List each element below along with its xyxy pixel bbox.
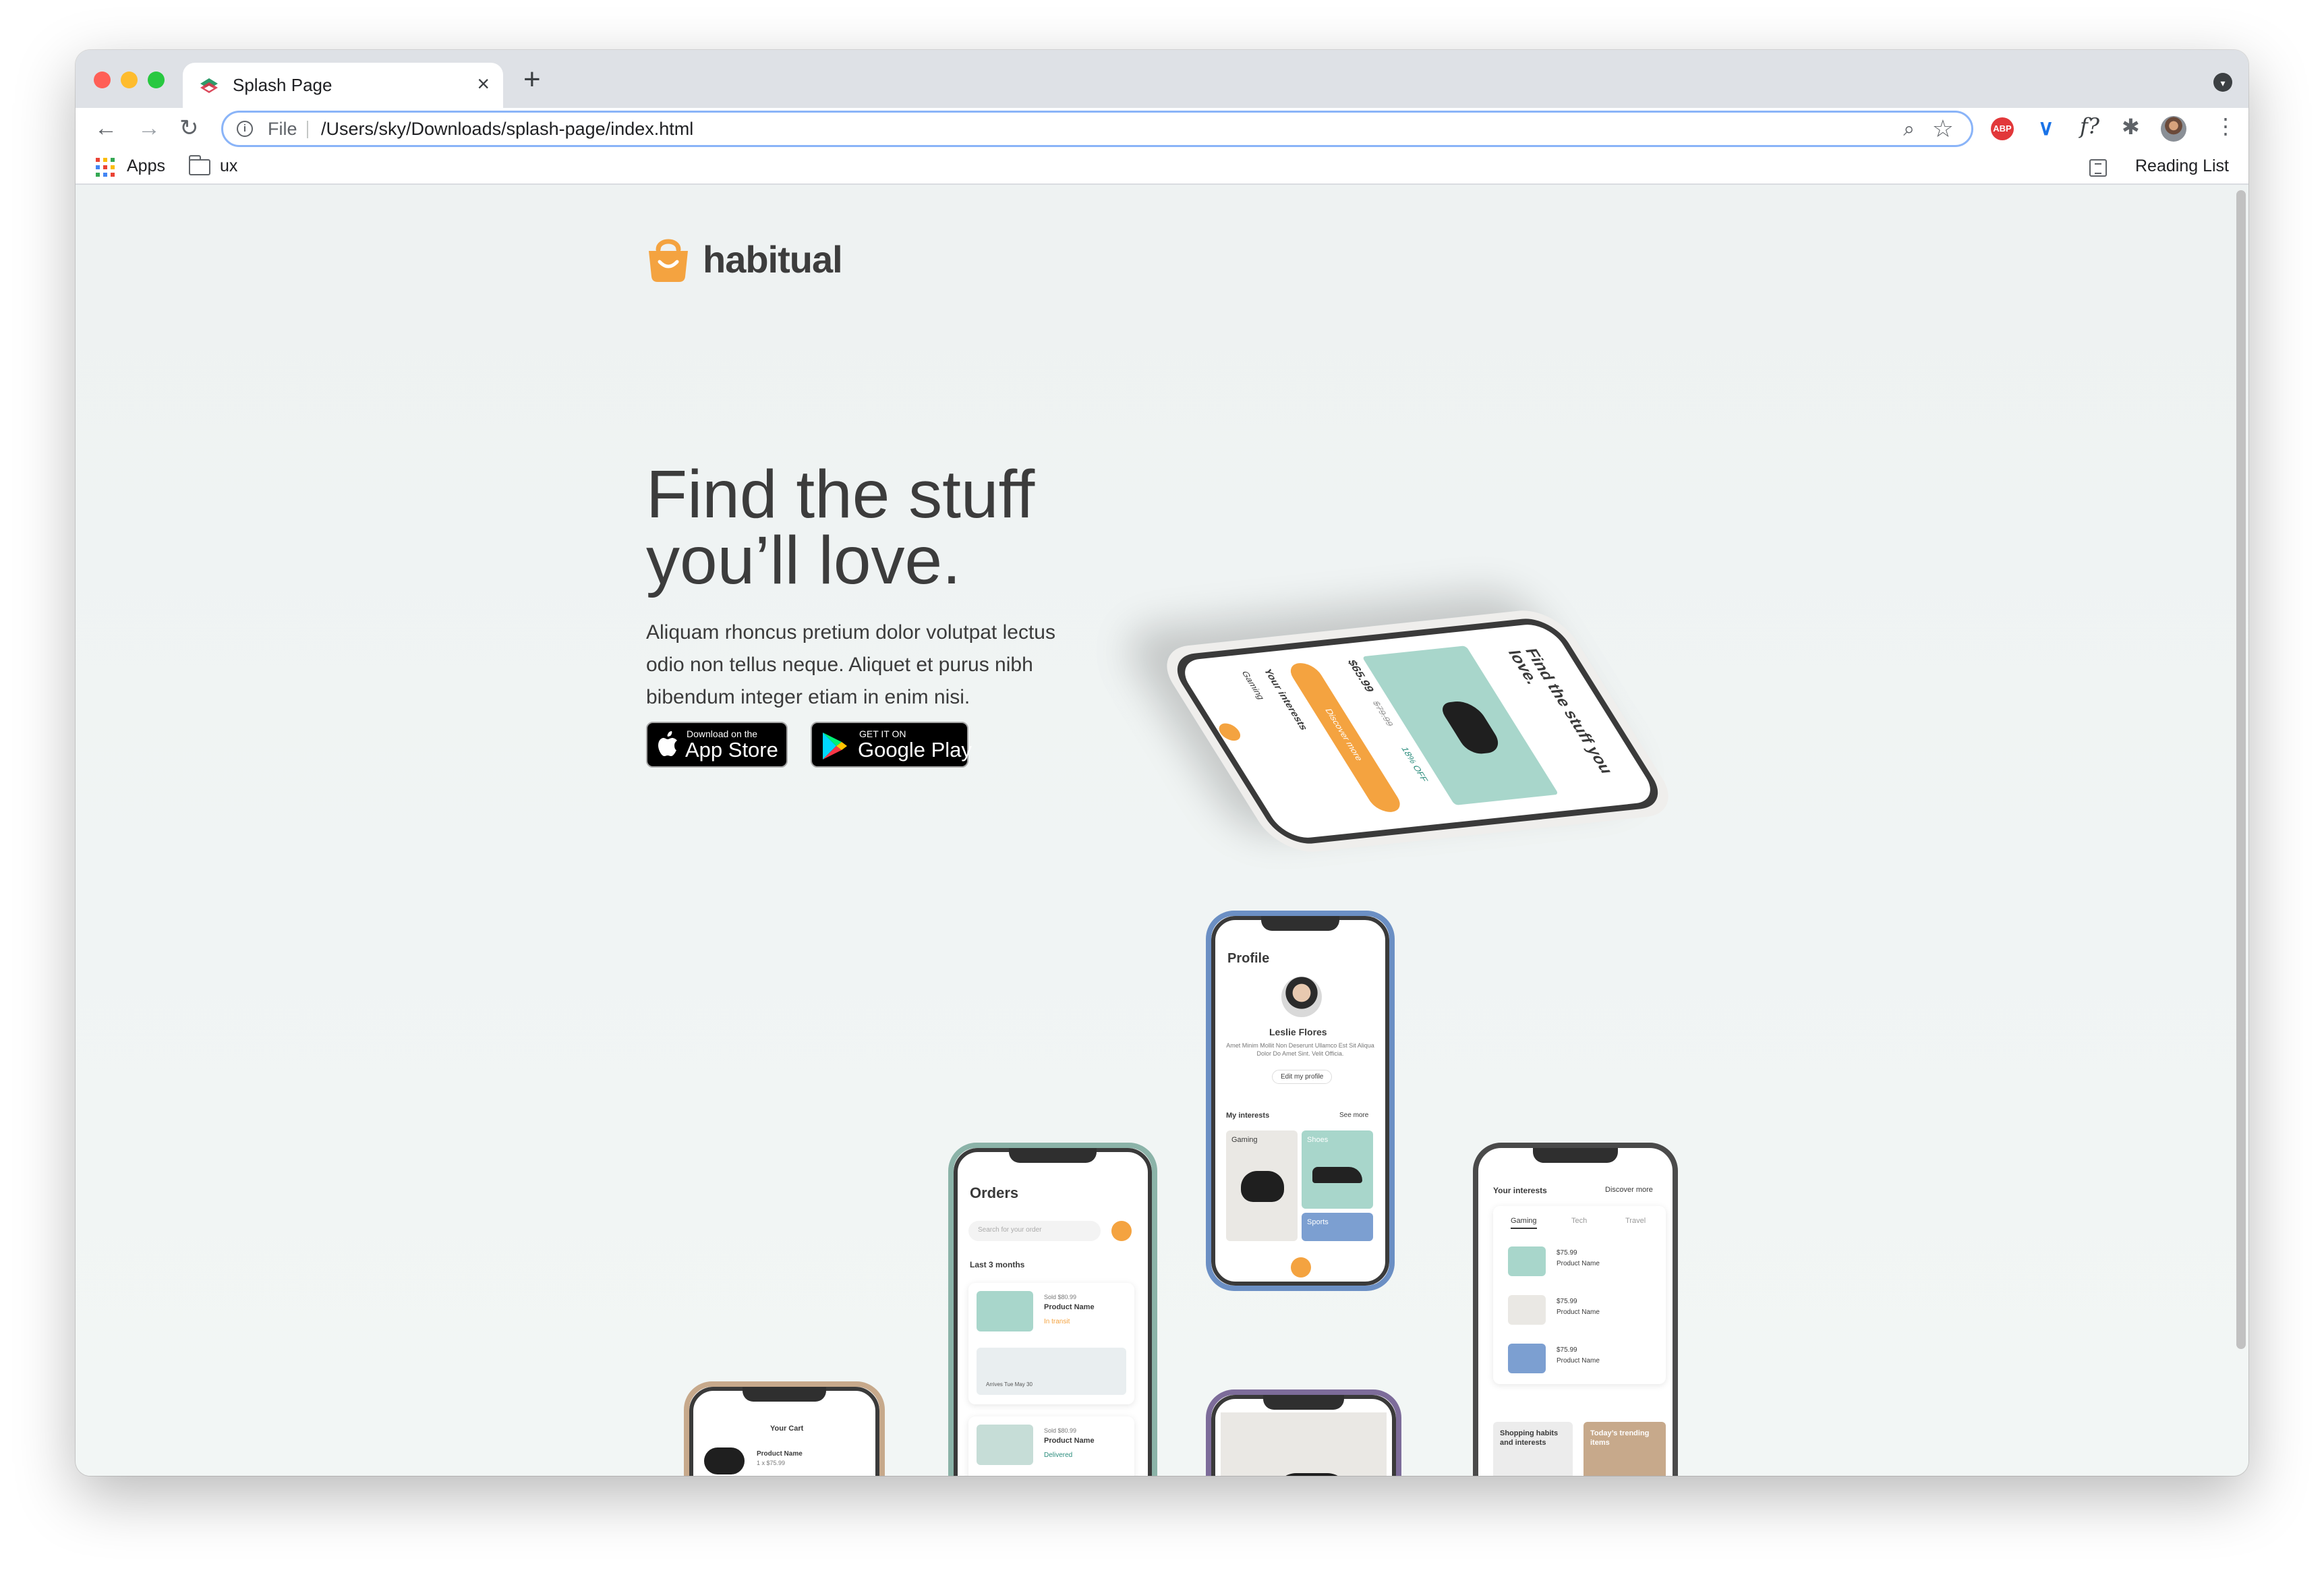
vue-devtools-icon[interactable]: ∨ xyxy=(2038,115,2054,140)
app-store-label: App Store xyxy=(685,738,778,762)
bookmark-ux[interactable]: ux xyxy=(220,156,237,176)
omnibox-divider xyxy=(307,121,308,138)
shopping-bag-logo-icon xyxy=(649,239,688,282)
hero-phone-mockup: Find the stuff you love. $65.99 $79.99 1… xyxy=(1151,468,1829,856)
new-tab-button[interactable]: + xyxy=(523,65,541,94)
bookmarks-bar: Apps ux Reading List xyxy=(76,151,2248,185)
minimize-window-button[interactable] xyxy=(121,71,138,88)
profile-title: Profile xyxy=(1227,951,1270,966)
orders-title: Orders xyxy=(970,1184,1019,1201)
orders-search-field: Search for your order xyxy=(968,1221,1101,1241)
address-bar[interactable]: i File /Users/sky/Downloads/splash-page/… xyxy=(221,111,1973,147)
cart-title: Your Cart xyxy=(770,1425,804,1433)
cart-item-name: Product Name xyxy=(757,1450,803,1458)
sneaker-icon xyxy=(1312,1167,1362,1183)
gamepad-icon xyxy=(704,1447,745,1474)
search-icon xyxy=(1291,1257,1311,1278)
tab-strip: Splash Page × + ▾ xyxy=(76,50,2248,108)
gamepad-icon xyxy=(1436,699,1506,755)
apps-grid-icon[interactable] xyxy=(96,158,115,177)
orders-phone-mockup: Orders Search for your order Last 3 mont… xyxy=(948,1143,1157,1476)
hero-title-line-1: Find the stuff xyxy=(646,457,1035,532)
back-button[interactable]: ← xyxy=(94,115,117,142)
hero-title: Find the stuff you’ll love. xyxy=(646,461,1159,594)
logo-wordmark[interactable]: habitual xyxy=(703,235,843,285)
browser-window: Splash Page × + ▾ ← → ↻ i File /Users/sk… xyxy=(76,50,2248,1476)
filter-icon xyxy=(1111,1221,1132,1241)
profile-phone-mockup: Profile Leslie Flores Amet Minim Mollit … xyxy=(1206,911,1395,1291)
phone-notch xyxy=(1262,1395,1345,1410)
cart-phone-mockup: Your Cart Product Name 1 x $75.99 xyxy=(684,1381,885,1476)
interest-tile-gaming: Gaming xyxy=(1226,1130,1298,1241)
page-content: habitual Find the stuff you’ll love. Ali… xyxy=(76,185,2248,1476)
google-play-label: Google Play xyxy=(858,738,972,762)
maximize-window-button[interactable] xyxy=(148,71,165,88)
url-text[interactable]: /Users/sky/Downloads/splash-page/index.h… xyxy=(321,119,693,140)
delivery-map: Arrives Tue May 30 xyxy=(977,1348,1126,1395)
shopping-habits-card: Shopping habits and interests xyxy=(1493,1422,1573,1476)
scrollbar[interactable] xyxy=(2236,190,2246,1349)
product-detail-phone-mockup xyxy=(1206,1389,1401,1476)
tab-title: Splash Page xyxy=(233,75,332,95)
interest-tile-shoes: Shoes xyxy=(1302,1130,1373,1209)
apple-icon xyxy=(658,731,677,756)
profile-bio: Amet Minim Mollit Non Deserunt Ullamco E… xyxy=(1226,1042,1374,1057)
sneaker-thumbnail xyxy=(977,1425,1033,1465)
forward-button[interactable]: → xyxy=(138,115,161,142)
product-thumb-2 xyxy=(1508,1295,1546,1325)
interest-tile-sports: Sports xyxy=(1302,1213,1373,1241)
hero-phone-tab: Gaming xyxy=(1240,670,1267,700)
phone-notch xyxy=(1260,916,1340,931)
toolbar: ← → ↻ i File /Users/sky/Downloads/splash… xyxy=(76,108,2248,151)
url-scheme: File xyxy=(268,119,297,139)
reading-list-icon xyxy=(2089,159,2107,177)
close-tab-icon[interactable]: × xyxy=(477,72,490,95)
product-thumb-3 xyxy=(1508,1344,1546,1373)
phone-notch xyxy=(742,1387,827,1402)
my-interests-label: My interests xyxy=(1226,1112,1270,1120)
bookmark-star-icon[interactable]: ☆ xyxy=(1932,115,1954,143)
google-play-icon xyxy=(823,733,847,759)
hero-phone-search-icon xyxy=(1215,722,1244,742)
product-detail-screen xyxy=(1221,1412,1387,1476)
hero-description: Aliquam rhoncus pretium dolor volutpat l… xyxy=(646,621,1055,708)
cart-item-qty: 1 x $75.99 xyxy=(757,1460,786,1466)
product-thumb-1 xyxy=(1508,1246,1546,1276)
interests-phone-mockup: Your interests Discover more Gaming Tech… xyxy=(1473,1143,1678,1476)
close-window-button[interactable] xyxy=(94,71,111,88)
interests-card: Gaming Tech Travel $75.99 Product Name $… xyxy=(1493,1206,1666,1384)
see-more-link: See more xyxy=(1339,1112,1369,1119)
site-info-icon[interactable]: i xyxy=(237,121,253,137)
extensions-puzzle-icon[interactable]: ✱ xyxy=(2122,114,2140,140)
profile-avatar xyxy=(1281,977,1322,1017)
discover-more-link: Discover more xyxy=(1605,1186,1653,1194)
zoom-icon[interactable]: ⌕ xyxy=(1903,118,1915,141)
headphones-thumbnail xyxy=(977,1291,1033,1331)
phone-notch xyxy=(1009,1148,1097,1163)
order-card-1: Sold $80.99 Product Name In transit Arri… xyxy=(968,1283,1134,1404)
app-store-badge[interactable]: Download on the App Store xyxy=(646,722,788,768)
hero-title-line-2: you’ll love. xyxy=(646,523,961,598)
google-play-badge[interactable]: GET IT ON Google Play xyxy=(811,722,972,768)
tab-splash-page[interactable]: Splash Page × xyxy=(183,63,503,108)
font-finder-icon[interactable]: f? xyxy=(2080,113,2099,139)
bookmark-apps[interactable]: Apps xyxy=(127,156,165,176)
reading-list-button[interactable]: Reading List xyxy=(2135,156,2229,176)
chevron-down-icon[interactable]: ▾ xyxy=(2213,73,2232,92)
order-card-2: Sold $80.99 Product Name Delivered xyxy=(968,1416,1134,1476)
gamepad-icon xyxy=(1241,1171,1284,1202)
your-interests-title: Your interests xyxy=(1493,1186,1547,1195)
gamepad-icon xyxy=(1275,1473,1349,1476)
more-menu-icon[interactable]: ⋮ xyxy=(2215,113,2236,139)
reload-button[interactable]: ↻ xyxy=(179,115,199,142)
adblock-plus-icon[interactable]: ABP xyxy=(1991,117,2014,140)
phone-notch xyxy=(1532,1148,1619,1163)
orders-period: Last 3 months xyxy=(970,1260,1025,1269)
trending-items-card: Today’s trending items xyxy=(1584,1422,1666,1476)
edit-profile-button: Edit my profile xyxy=(1272,1070,1333,1084)
folder-icon xyxy=(189,155,210,175)
profile-avatar[interactable] xyxy=(2161,116,2186,142)
profile-name: Leslie Flores xyxy=(1269,1027,1327,1037)
habitual-favicon-icon xyxy=(200,78,218,93)
